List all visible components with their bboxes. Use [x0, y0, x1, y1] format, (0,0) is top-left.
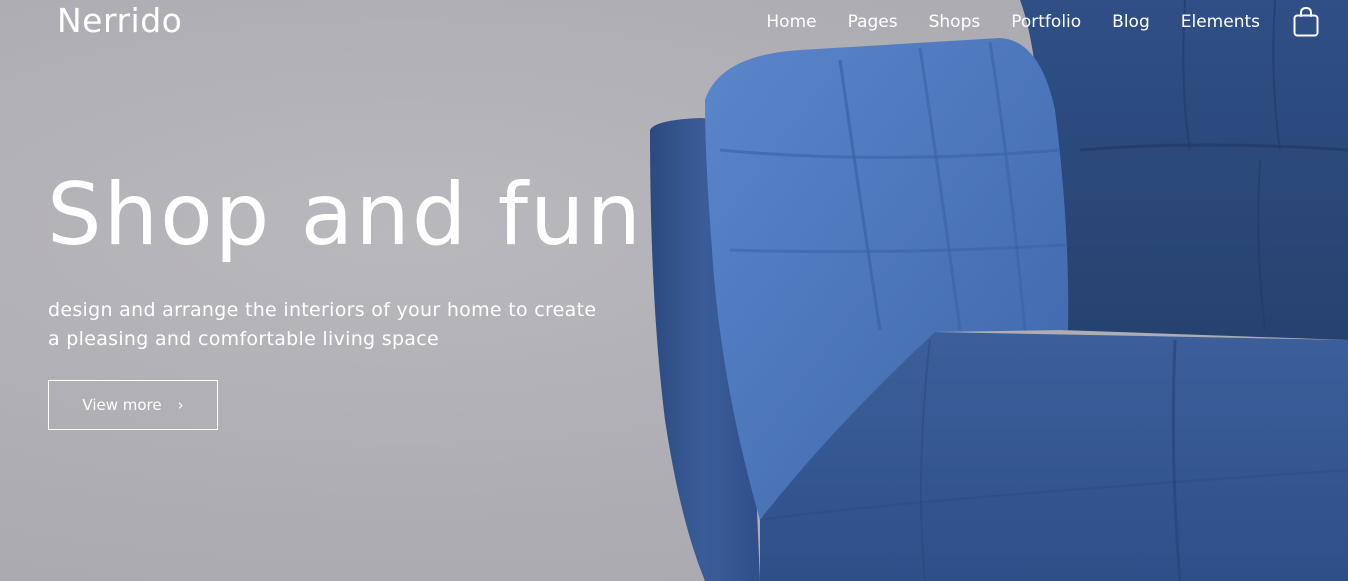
hero-subtext: design and arrange the interiors of your…	[48, 299, 597, 350]
hero-headline: Shop and fun	[47, 165, 644, 265]
site-logo[interactable]: Nerrido	[57, 2, 182, 40]
nav-item-blog[interactable]: Blog	[1112, 8, 1150, 36]
armchair-image	[650, 0, 1348, 581]
hero-section: Nerrido Home Pages Shops Portfolio Blog …	[0, 0, 1348, 581]
top-navbar: Nerrido Home Pages Shops Portfolio Blog …	[0, 0, 1348, 44]
shopping-bag-icon[interactable]	[1292, 6, 1320, 38]
nav-item-home[interactable]: Home	[766, 8, 816, 36]
nav-item-shops[interactable]: Shops	[929, 8, 981, 36]
view-more-label: View more	[82, 396, 162, 414]
nav-item-pages[interactable]: Pages	[848, 8, 898, 36]
main-nav: Home Pages Shops Portfolio Blog Elements	[735, 6, 1320, 38]
chevron-right-icon: ›	[177, 395, 184, 414]
nav-item-portfolio[interactable]: Portfolio	[1011, 8, 1081, 36]
nav-item-elements[interactable]: Elements	[1181, 8, 1260, 36]
view-more-button[interactable]: View more ›	[48, 380, 218, 430]
